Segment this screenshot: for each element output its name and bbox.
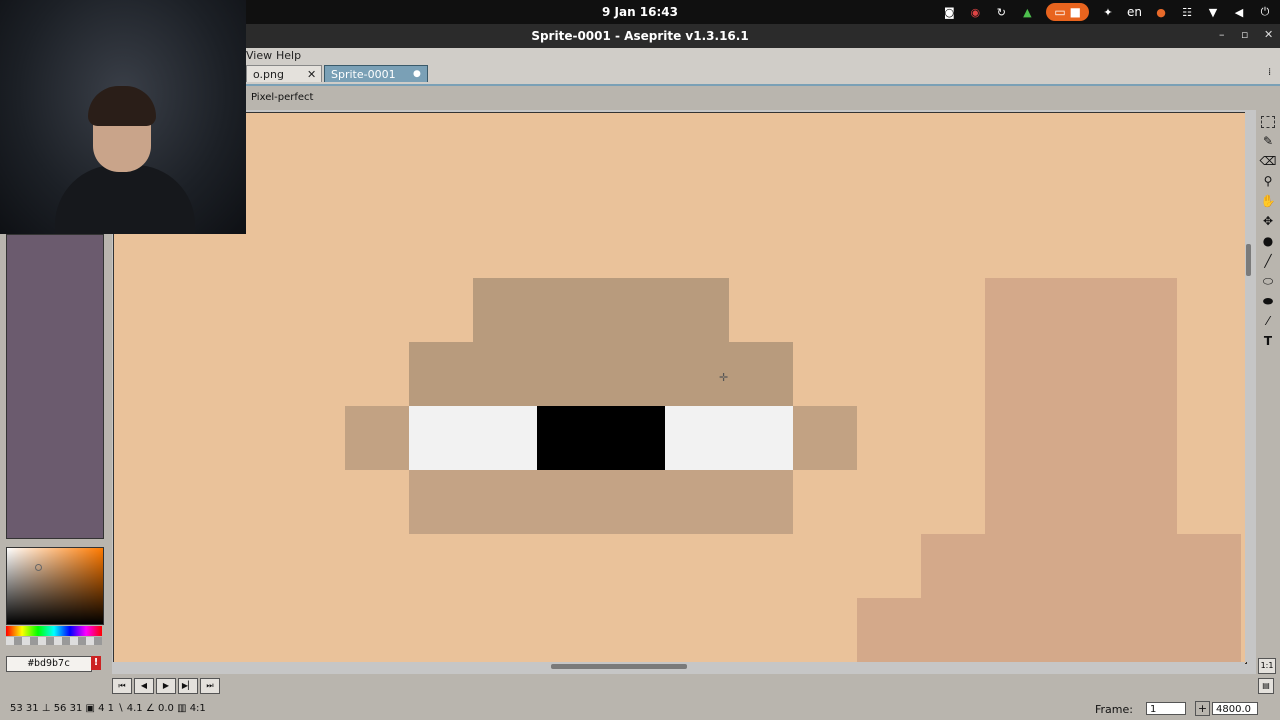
brow-pixels bbox=[473, 278, 729, 342]
wifi-icon[interactable]: ▼ bbox=[1206, 5, 1220, 19]
lid-pixels bbox=[409, 342, 793, 406]
close-button[interactable]: ✕ bbox=[1264, 28, 1273, 41]
timeline-toggle-icon[interactable]: ▤ bbox=[1258, 678, 1274, 694]
foreground-color-field[interactable]: #bd9b7c bbox=[6, 656, 92, 672]
menu-view[interactable]: View bbox=[246, 49, 272, 62]
eye-white-right bbox=[665, 406, 793, 470]
sync-icon[interactable]: ↻ bbox=[994, 5, 1008, 19]
tool-bar: ✎ ⌫ ⚲ ✋ ✥ ● ╱ ⬭ ⬬ ⁄ T bbox=[1256, 110, 1280, 674]
vertical-scrollbar[interactable] bbox=[1245, 112, 1253, 662]
spray-icon[interactable]: ⁄ bbox=[1259, 312, 1277, 330]
webcam-overlay bbox=[0, 0, 246, 234]
tab-label: o.png bbox=[253, 68, 284, 81]
tab-label: Sprite-0001 bbox=[331, 68, 396, 81]
text-icon[interactable]: T bbox=[1259, 332, 1277, 350]
pupil-pixels bbox=[537, 406, 665, 470]
status-bar: 53 31 ⊥ 56 31 ▣ 4 1 ∖ 4.1 ∠ 0.0 ▥ 4:1 Fr… bbox=[0, 698, 1280, 720]
vertical-scroll-thumb[interactable] bbox=[1246, 244, 1251, 276]
frame-label: Frame: bbox=[1095, 703, 1133, 716]
play-button[interactable]: ▶ bbox=[156, 678, 176, 694]
next-frame-button[interactable]: ▶▏ bbox=[178, 678, 198, 694]
eye-white-left bbox=[409, 406, 537, 470]
discord-icon[interactable]: ◙ bbox=[942, 5, 956, 19]
cheek-pixels bbox=[857, 598, 1241, 662]
hue-slider[interactable] bbox=[6, 626, 102, 636]
network-icon[interactable]: ☷ bbox=[1180, 5, 1194, 19]
pixel-perfect-toggle[interactable]: Pixel-perfect bbox=[251, 92, 313, 103]
blur-icon[interactable]: ⬬ bbox=[1259, 292, 1277, 310]
first-frame-button[interactable]: ⏮ bbox=[112, 678, 132, 694]
steam-icon[interactable]: ◉ bbox=[968, 5, 982, 19]
tab-menu-icon[interactable]: ⁞ bbox=[1268, 67, 1271, 78]
palette-area[interactable] bbox=[6, 234, 104, 539]
color-picker-handle[interactable] bbox=[35, 564, 42, 571]
line-icon[interactable]: ╱ bbox=[1259, 252, 1277, 270]
nose-base-pixels bbox=[921, 534, 1241, 598]
maximize-button[interactable]: ▫ bbox=[1241, 28, 1248, 41]
alpha-slider[interactable] bbox=[6, 637, 102, 645]
pencil-icon[interactable]: ✎ bbox=[1259, 132, 1277, 150]
tab-modified-icon[interactable]: ● bbox=[413, 66, 421, 83]
volume-icon[interactable]: ◀ bbox=[1232, 5, 1246, 19]
eye-corner-right bbox=[793, 406, 857, 470]
tab-close-icon[interactable]: ✕ bbox=[307, 66, 316, 83]
zoom-input[interactable]: 4800.0 bbox=[1212, 702, 1258, 715]
timeline-bar: ⏮ ◀ ▶ ▶▏ ⏭ ▤ bbox=[0, 674, 1280, 698]
nose-pixels bbox=[985, 278, 1177, 534]
language-indicator[interactable]: en bbox=[1127, 5, 1142, 19]
zoom-in-button[interactable]: + bbox=[1195, 701, 1210, 716]
frame-input[interactable]: 1 bbox=[1146, 702, 1186, 715]
system-tray: ◙ ◉ ↻ ▲ ▭ ■ ✦ en ● ☷ ▼ ◀ ⏻ bbox=[942, 3, 1272, 21]
eye-corner-left bbox=[345, 406, 409, 470]
menu-help[interactable]: Help bbox=[276, 49, 301, 62]
last-frame-button[interactable]: ⏭ bbox=[200, 678, 220, 694]
hand-icon[interactable]: ✋ bbox=[1259, 192, 1277, 210]
minimize-button[interactable]: – bbox=[1219, 28, 1225, 41]
webcam-hair bbox=[88, 86, 156, 126]
status-info: 53 31 ⊥ 56 31 ▣ 4 1 ∖ 4.1 ∠ 0.0 ▥ 4:1 bbox=[10, 703, 206, 714]
sprite-canvas[interactable] bbox=[113, 112, 1247, 664]
move-icon[interactable]: ✥ bbox=[1259, 212, 1277, 230]
paint-bucket-icon[interactable]: ● bbox=[1259, 232, 1277, 250]
marquee-icon[interactable] bbox=[1261, 116, 1275, 128]
mic-icon[interactable]: ● bbox=[1154, 5, 1168, 19]
power-icon[interactable]: ⏻ bbox=[1258, 5, 1272, 19]
tab-sprite[interactable]: Sprite-0001 ● bbox=[324, 65, 428, 82]
color-spectrum[interactable] bbox=[6, 547, 104, 625]
eraser-icon[interactable]: ⌫ bbox=[1259, 152, 1277, 170]
ellipse-icon[interactable]: ⬭ bbox=[1259, 272, 1277, 290]
screen-record-icon[interactable]: ▭ ■ bbox=[1046, 3, 1089, 21]
horizontal-scroll-thumb[interactable] bbox=[551, 664, 687, 669]
previous-frame-button[interactable]: ◀ bbox=[134, 678, 154, 694]
eyedropper-icon[interactable]: ⚲ bbox=[1259, 172, 1277, 190]
lock-icon[interactable]: ▲ bbox=[1020, 5, 1034, 19]
pixel-ratio-button[interactable]: 1:1 bbox=[1258, 658, 1276, 674]
lower-lid-pixels bbox=[409, 470, 793, 534]
fg-warning-icon[interactable]: ! bbox=[91, 656, 101, 670]
accessibility-icon[interactable]: ✦ bbox=[1101, 5, 1115, 19]
tab-file[interactable]: o.png ✕ bbox=[246, 65, 322, 82]
webcam-body bbox=[55, 165, 195, 234]
crosshair-cursor-icon: ✛ bbox=[719, 371, 729, 384]
